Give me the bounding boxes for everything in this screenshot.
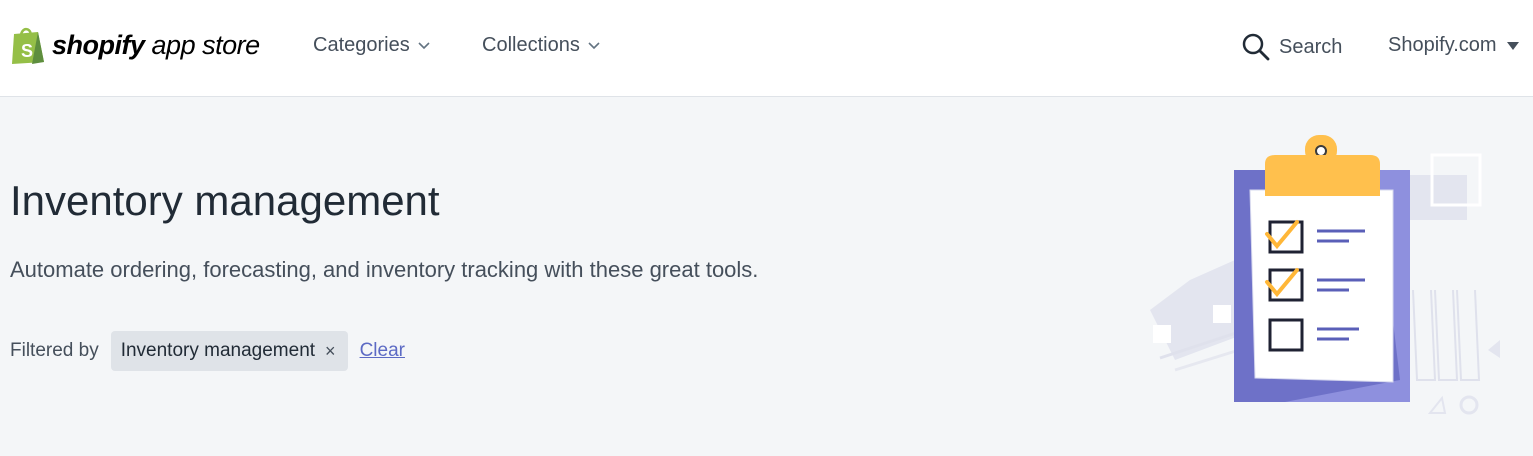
top-navigation-bar: S shopify app store Categories Collectio…	[0, 0, 1533, 97]
svg-text:S: S	[21, 41, 33, 61]
search-label: Search	[1279, 35, 1343, 58]
nav-categories-label: Categories	[313, 34, 410, 56]
clear-filters-link[interactable]: Clear	[360, 340, 405, 362]
filter-bar: Filtered by Inventory management × Clear	[10, 331, 405, 371]
search-button[interactable]: Search	[1241, 32, 1342, 62]
shopify-app-store-logo[interactable]: S shopify app store	[10, 24, 260, 66]
shopify-com-label: Shopify.com	[1388, 34, 1497, 56]
clipboard-clip	[1265, 135, 1380, 196]
chevron-down-icon	[588, 41, 600, 49]
clipboard-checklist-illustration	[1150, 135, 1500, 415]
page-title: Inventory management	[10, 177, 440, 224]
nav-categories[interactable]: Categories	[313, 34, 430, 57]
filter-chip-label: Inventory management	[120, 340, 316, 361]
filter-label: Filtered by	[10, 340, 99, 361]
page-description: Automate ordering, forecasting, and inve…	[10, 257, 759, 282]
chevron-down-icon	[418, 41, 430, 49]
logo-suffix: app store	[151, 29, 261, 60]
nav-collections-label: Collections	[482, 34, 580, 56]
logo-text: shopify app store	[52, 30, 260, 61]
nav-collections[interactable]: Collections	[482, 34, 600, 57]
search-icon	[1242, 33, 1270, 61]
shopify-com-dropdown[interactable]: Shopify.com	[1388, 34, 1519, 57]
logo-brand: shopify	[52, 29, 145, 60]
close-icon[interactable]: ×	[325, 341, 336, 362]
shopify-bag-icon: S	[12, 27, 44, 64]
filter-chip: Inventory management ×	[110, 331, 348, 371]
caret-down-icon	[1506, 41, 1519, 50]
